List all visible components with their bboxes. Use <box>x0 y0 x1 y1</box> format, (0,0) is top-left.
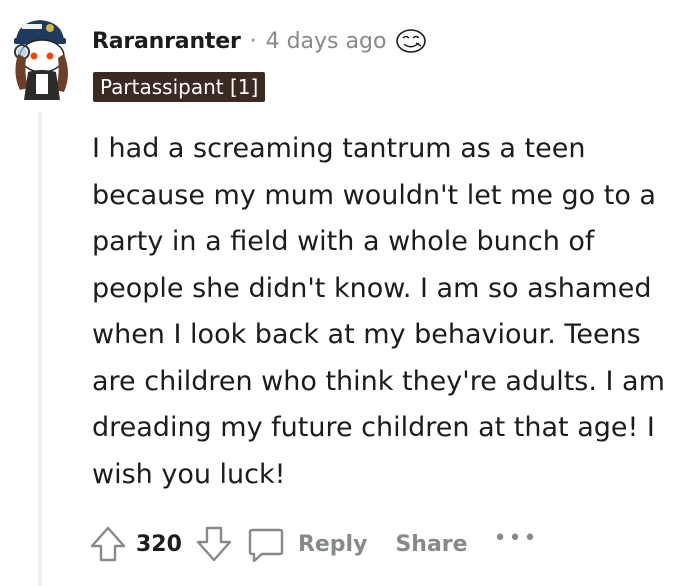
separator-dot: · <box>249 28 257 54</box>
action-bar: 320 Reply Share ••• <box>86 520 539 568</box>
comment-meta: Raranranter · 4 days ago <box>92 24 428 58</box>
reply-button[interactable]: Reply <box>244 522 368 566</box>
timestamp[interactable]: 4 days ago <box>266 29 387 54</box>
share-button[interactable]: Share <box>395 532 467 557</box>
thread-line[interactable] <box>38 112 42 586</box>
comment-body: I had a screaming tantrum as a teen beca… <box>92 133 665 490</box>
upvote-arrow-icon[interactable] <box>86 522 130 566</box>
vote-score: 320 <box>136 531 182 557</box>
downvote-arrow-icon[interactable] <box>192 522 236 566</box>
user-flair: Partassipant [1] <box>93 72 266 102</box>
comment-bubble-icon <box>248 528 284 563</box>
avatar[interactable] <box>6 14 78 102</box>
username[interactable]: Raranranter <box>92 29 241 54</box>
more-options-button[interactable]: ••• <box>494 526 539 551</box>
award-face-icon[interactable] <box>394 26 428 56</box>
reply-label: Reply <box>297 531 368 557</box>
